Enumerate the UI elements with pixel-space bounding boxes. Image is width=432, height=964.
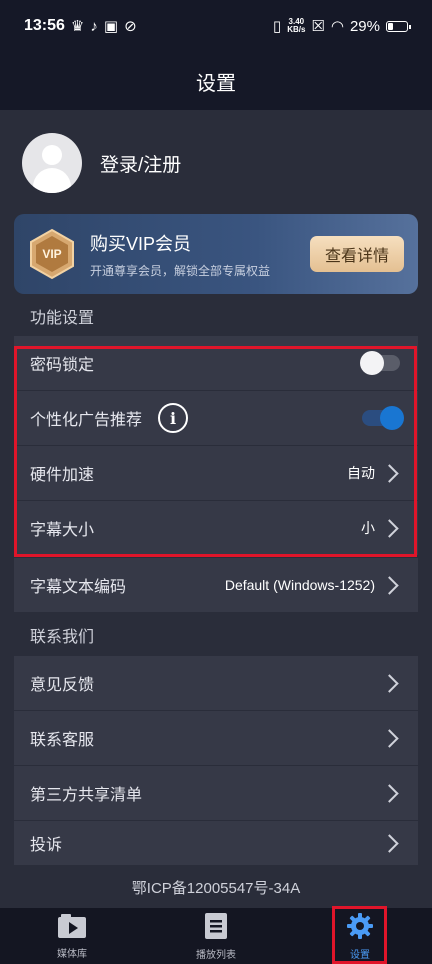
password-lock-toggle[interactable] [360,351,400,375]
tab-settings[interactable]: 设置 [288,908,432,964]
third-party-list-row[interactable]: 第三方共享清单 [14,766,418,821]
no-sim-icon: ☒ [311,18,325,35]
tab-media-library[interactable]: 媒体库 [0,908,144,964]
third-party-list-label: 第三方共享清单 [30,787,143,804]
hardware-acceleration-value: 自动 [347,465,375,481]
chevron-right-icon [380,673,399,693]
vip-subtitle: 开通尊享会员，解锁全部专属权益 [90,263,271,278]
vip-title: 购买VIP会员 [90,233,192,254]
tiktok-icon: ♪ [90,17,98,35]
wifi-icon: ◠ [330,18,344,35]
battery-icon [386,20,411,32]
contact-support-row[interactable]: 联系客服 [14,711,418,766]
chevron-right-icon [380,728,399,748]
battery-percent: 29% [349,17,380,35]
view-details-button[interactable]: 查看详情 [310,236,404,272]
net-speed: 3.40 KB/s [287,17,306,34]
subtitle-size-value: 小 [361,520,375,536]
complaint-row[interactable]: 投诉 [14,821,418,866]
avatar[interactable] [22,133,82,193]
feedback-row[interactable]: 意见反馈 [14,656,418,711]
chevron-right-icon [380,518,399,538]
tab-playlist[interactable]: 播放列表 [144,908,288,964]
contact-support-label: 联系客服 [30,732,95,749]
tab-label: 媒体库 [57,948,87,960]
info-icon[interactable]: i [158,403,189,433]
chevron-right-icon [380,783,399,803]
personalized-ads-toggle[interactable] [362,406,404,430]
media-library-icon [58,913,86,938]
hardware-acceleration-row[interactable]: 硬件加速 自动 [14,446,418,501]
profile-row[interactable]: 登录/注册 [0,110,432,216]
complaint-label: 投诉 [30,837,63,854]
chevron-right-icon [380,833,399,853]
subtitle-encoding-value: Default (Windows-1252) [224,577,375,593]
subtitle-size-row[interactable]: 字幕大小 小 [14,501,418,556]
personalized-ads-row[interactable]: 个性化广告推荐 i [14,391,418,446]
vip-banner[interactable]: VIP 购买VIP会员 开通尊享会员，解锁全部专属权益 查看详情 [14,214,418,294]
bottom-tab-bar: 媒体库 播放列表 设置 [0,908,432,964]
icp-footer: 鄂ICP备12005547号-34A [0,866,432,908]
personalized-ads-label: 个性化广告推荐 [30,412,143,429]
password-lock-label: 密码锁定 [30,357,95,374]
password-lock-row[interactable]: 密码锁定 [14,336,418,391]
status-bar: 13:56 ♛ ♪ ▣ ⊘ ▯ 3.40 KB/s ☒ ◠ 29% [0,0,432,52]
feedback-label: 意见反馈 [30,677,95,694]
subtitle-encoding-label: 字幕文本编码 [30,579,127,596]
section-contact-us: 联系我们 [0,613,432,657]
tab-label: 设置 [350,949,370,961]
title-bar: 设置 [0,52,432,110]
login-register-link[interactable]: 登录/注册 [100,150,181,177]
playlist-icon [205,912,227,939]
section-function-settings: 功能设置 [0,294,432,338]
app-icon: ▣ [103,18,119,35]
svg-text:VIP: VIP [42,247,61,261]
status-time: 13:56 [24,17,65,34]
subtitle-size-label: 字幕大小 [30,522,95,539]
crown-icon: ♛ [70,18,85,35]
subtitle-encoding-row[interactable]: 字幕文本编码 Default (Windows-1252) [14,558,418,613]
vip-badge-icon: VIP [28,228,76,280]
link-icon: ⊘ [124,18,137,35]
chevron-right-icon [380,463,399,483]
page-title: 设置 [196,72,236,95]
gear-icon [347,912,373,939]
hardware-acceleration-label: 硬件加速 [30,467,95,484]
tab-label: 播放列表 [196,949,236,961]
chevron-right-icon [380,575,399,595]
vibrate-icon: ▯ [272,18,282,35]
